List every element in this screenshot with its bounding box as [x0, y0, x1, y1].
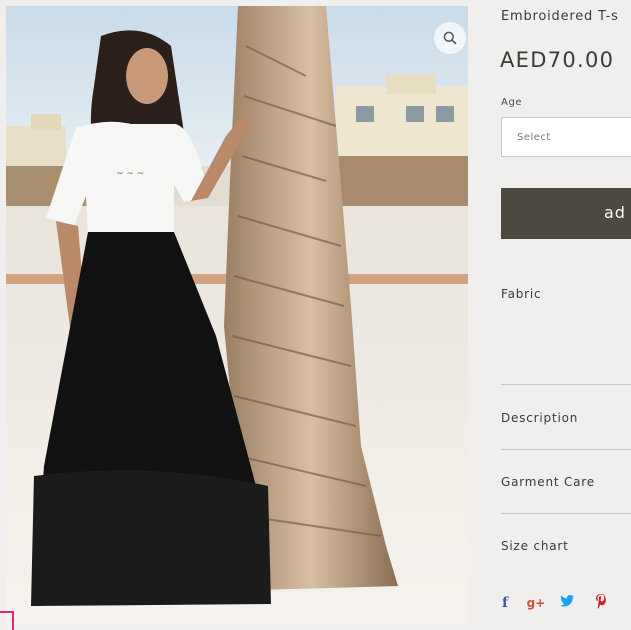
product-price: AED70.00: [500, 48, 615, 72]
divider: [501, 449, 631, 450]
facebook-share-button[interactable]: f: [497, 594, 513, 612]
zoom-button[interactable]: [434, 22, 466, 54]
add-to-cart-label: ad: [604, 203, 626, 222]
product-title: Embroidered T-s: [501, 9, 619, 24]
twitter-icon: [560, 595, 574, 611]
google-plus-share-button[interactable]: g+: [526, 594, 546, 612]
add-to-cart-button[interactable]: ad: [501, 188, 631, 239]
google-plus-icon: g+: [526, 596, 546, 610]
section-fabric[interactable]: Fabric: [501, 287, 541, 301]
age-select-value: Select: [517, 132, 551, 143]
divider: [501, 513, 631, 514]
magnifier-icon: [443, 31, 457, 45]
selection-corner-marker: [0, 611, 14, 630]
pinterest-icon: [595, 593, 607, 613]
svg-text:~ ~ ~: ~ ~ ~: [116, 169, 144, 179]
product-photo-illustration: ~ ~ ~: [6, 6, 468, 624]
product-image[interactable]: ~ ~ ~: [6, 6, 468, 624]
section-garment-care[interactable]: Garment Care: [501, 475, 595, 489]
pinterest-share-button[interactable]: [593, 593, 609, 613]
section-size-chart[interactable]: Size chart: [501, 539, 569, 553]
section-description[interactable]: Description: [501, 411, 578, 425]
twitter-share-button[interactable]: [559, 594, 575, 612]
facebook-icon: f: [501, 595, 509, 611]
age-select[interactable]: Select: [501, 117, 631, 157]
divider: [501, 384, 631, 385]
age-label: Age: [501, 97, 523, 108]
